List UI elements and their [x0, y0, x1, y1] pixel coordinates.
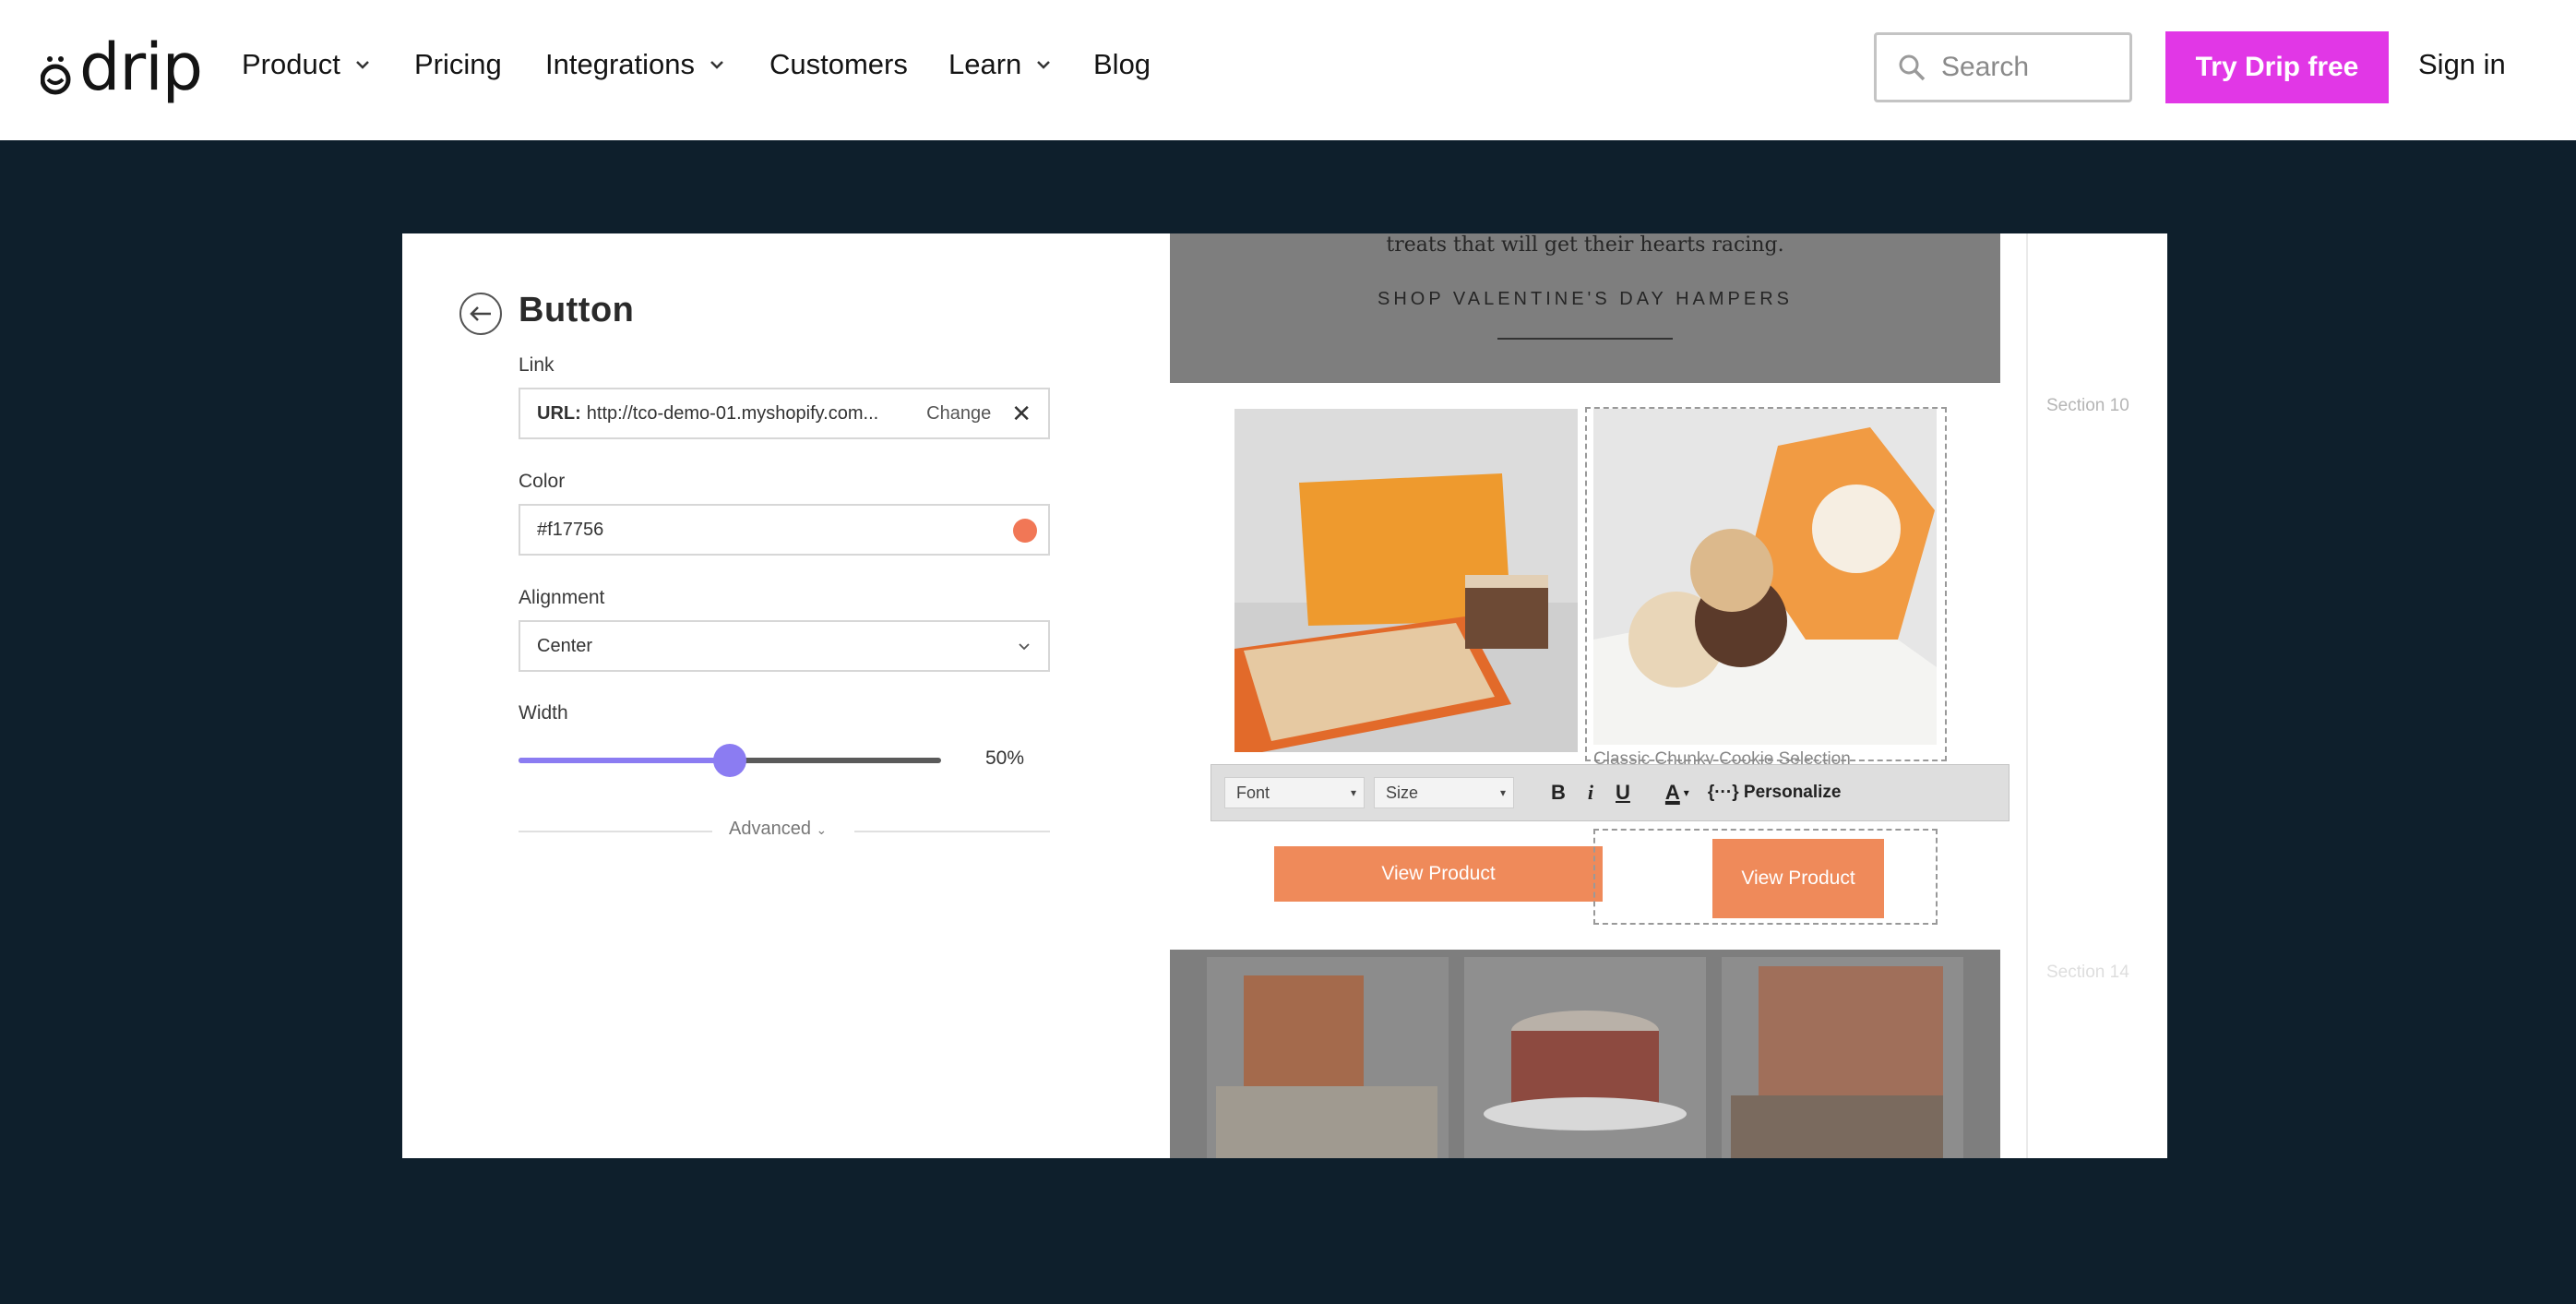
- size-select-label: Size: [1386, 783, 1419, 802]
- nav-learn-label: Learn: [948, 48, 1022, 80]
- logo-wordmark: drip: [79, 30, 203, 105]
- nav-pricing-label: Pricing: [414, 48, 502, 80]
- link-field[interactable]: URL: http://tco-demo-01.myshopify.com...…: [519, 388, 1050, 439]
- font-select[interactable]: Font ▾: [1224, 777, 1365, 808]
- nav-blog[interactable]: Blog: [1093, 48, 1151, 81]
- text-format-toolbar: Font ▾ Size ▾ B i U A ▾ {···} Personaliz…: [1210, 764, 2010, 821]
- product-grid-section: [1170, 950, 2000, 1158]
- chevron-down-icon: ⌄: [816, 822, 828, 837]
- cookies-photo: [1593, 409, 1937, 745]
- advanced-toggle[interactable]: Advanced ⌄: [729, 819, 827, 840]
- chevron-down-icon: [355, 61, 369, 69]
- demo-screenshot-card: Button Link URL: http://tco-demo-01.mysh…: [402, 233, 2167, 1158]
- alignment-label: Alignment: [519, 587, 605, 608]
- panel-title: Button: [519, 291, 635, 329]
- nav-learn[interactable]: Learn: [948, 48, 1053, 81]
- caret-down-icon: ▾: [1499, 786, 1506, 799]
- bold-button[interactable]: B: [1551, 781, 1566, 805]
- hero-tagline: treats that will get their hearts racing…: [1386, 233, 1784, 257]
- personalize-label: Personalize: [1743, 783, 1842, 802]
- color-value: #f17756: [537, 519, 604, 540]
- search-icon: [1899, 54, 1926, 81]
- chevron-down-icon: [1019, 643, 1030, 651]
- nav-blog-label: Blog: [1093, 48, 1151, 80]
- product-thumb-box[interactable]: [1722, 957, 1963, 1158]
- hamper-photo: [1207, 957, 1449, 1158]
- divider: [519, 831, 712, 832]
- advanced-label: Advanced: [729, 819, 811, 839]
- braces-icon: {···}: [1707, 783, 1739, 802]
- nav-integrations[interactable]: Integrations: [545, 48, 726, 81]
- italic-button[interactable]: i: [1588, 781, 1593, 805]
- product-thumb-cake[interactable]: [1464, 957, 1706, 1158]
- section-label[interactable]: Section 14: [2046, 963, 2129, 983]
- hero-section: treats that will get their hearts racing…: [1170, 233, 2000, 383]
- caret-down-icon: ▾: [1683, 786, 1689, 799]
- url-key: URL:: [537, 402, 581, 424]
- shop-hampers-link[interactable]: SHOP VALENTINE'S DAY HAMPERS: [1170, 289, 2000, 310]
- try-drip-free-button[interactable]: Try Drip free: [2165, 31, 2389, 103]
- chevron-down-icon: [710, 61, 723, 69]
- width-slider[interactable]: [519, 744, 941, 777]
- nav-customers[interactable]: Customers: [769, 48, 908, 81]
- alignment-select[interactable]: Center: [519, 620, 1050, 672]
- nav-customers-label: Customers: [769, 48, 908, 80]
- section-label[interactable]: Section 10: [2046, 396, 2129, 416]
- width-slider-thumb[interactable]: [713, 744, 746, 777]
- width-value: 50%: [985, 748, 1025, 769]
- font-select-label: Font: [1236, 783, 1270, 802]
- divider: [854, 831, 1050, 832]
- search-input[interactable]: [1941, 52, 2117, 83]
- search-box[interactable]: [1874, 32, 2132, 102]
- product-image-cookies[interactable]: [1593, 409, 1937, 745]
- nav-pricing[interactable]: Pricing: [414, 48, 502, 81]
- product-thumb-hamper[interactable]: [1207, 957, 1449, 1158]
- url-value: http://tco-demo-01.myshopify.com...: [586, 402, 879, 424]
- text-color-button[interactable]: A: [1665, 781, 1680, 805]
- cake-photo: [1464, 957, 1706, 1158]
- arrow-left-icon: [470, 306, 491, 321]
- alignment-value: Center: [537, 635, 593, 656]
- caret-down-icon: ▾: [1350, 786, 1356, 799]
- view-product-button-left[interactable]: View Product: [1274, 846, 1603, 902]
- back-button[interactable]: [459, 293, 502, 335]
- divider: [1497, 338, 1673, 340]
- change-link-button[interactable]: Change: [926, 403, 991, 425]
- size-select[interactable]: Size ▾: [1374, 777, 1514, 808]
- color-label: Color: [519, 471, 566, 492]
- box-photo: [1722, 957, 1963, 1158]
- brownies-photo: [1234, 409, 1578, 752]
- link-label: Link: [519, 354, 555, 376]
- nav-product[interactable]: Product: [242, 48, 372, 81]
- drip-logo[interactable]: drip: [41, 30, 203, 105]
- nav-integrations-label: Integrations: [545, 48, 695, 80]
- email-preview: treats that will get their hearts racing…: [1170, 233, 2010, 1158]
- top-nav: drip Product Pricing Integrations Custom…: [0, 0, 2576, 140]
- personalize-button[interactable]: {···} Personalize: [1708, 783, 1842, 803]
- nav-product-label: Product: [242, 48, 340, 80]
- section-sidebar: Section 10 Section 14: [2026, 233, 2167, 1158]
- close-icon[interactable]: ✕: [1011, 400, 1032, 428]
- chevron-down-icon: [1037, 61, 1051, 69]
- view-product-button-right[interactable]: View Product: [1712, 839, 1884, 918]
- color-swatch[interactable]: [1013, 519, 1037, 543]
- product-image-brownies[interactable]: [1234, 409, 1578, 752]
- width-slider-fill: [519, 758, 730, 763]
- width-label: Width: [519, 702, 568, 724]
- color-field[interactable]: #f17756: [519, 504, 1050, 556]
- underline-button[interactable]: U: [1616, 781, 1630, 805]
- drip-logo-icon: [41, 56, 71, 95]
- sign-in-link[interactable]: Sign in: [2418, 48, 2506, 81]
